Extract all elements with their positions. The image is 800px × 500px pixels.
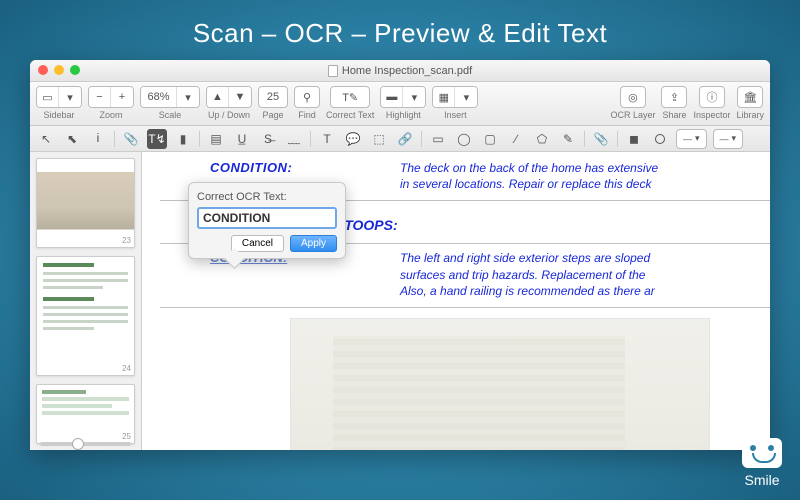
condition-text: The left and right side exterior steps a…	[400, 250, 770, 299]
redact-tool-icon[interactable]: ▮	[173, 129, 193, 149]
ocr-layer-button[interactable]: ◎	[620, 86, 646, 108]
zoom-in-button[interactable]: +	[111, 87, 133, 107]
ocr-text-input[interactable]	[197, 207, 337, 229]
content-area: 23 24 25 CONDITION: The deck on the back…	[30, 152, 770, 450]
inspector-label: Inspector	[693, 110, 730, 120]
scale-label: Scale	[159, 110, 182, 120]
insert-label: Insert	[444, 110, 467, 120]
correct-ocr-popover: Correct OCR Text: Cancel Apply	[188, 182, 346, 259]
sidebar-dropdown-icon[interactable]: ▾	[59, 87, 81, 107]
oval-tool-icon[interactable]: ◯	[454, 129, 474, 149]
find-label: Find	[298, 110, 316, 120]
main-toolbar: ▭ ▾ Sidebar − + Zoom 68% ▾ Scale ▲ ▼ Up …	[30, 82, 770, 126]
polygon-tool-icon[interactable]: ⬠	[532, 129, 552, 149]
minimize-window-icon[interactable]	[54, 65, 64, 75]
page-number: 24	[122, 364, 131, 373]
text-select-tool-icon[interactable]: Ꭵ	[88, 129, 108, 149]
page-up-icon[interactable]: ▲	[207, 87, 229, 107]
line-style-select[interactable]: —▾	[676, 129, 707, 149]
sidebar-toggle[interactable]: ▭ ▾	[36, 86, 82, 108]
scale-dropdown-icon[interactable]: ▾	[177, 87, 199, 107]
insert-dropdown-icon[interactable]: ▾	[455, 87, 477, 107]
highlight-button[interactable]: ▬▾	[380, 86, 426, 108]
line-tool-icon[interactable]: ∕	[506, 129, 526, 149]
page-field[interactable]: 25	[258, 86, 288, 108]
round-rect-tool-icon[interactable]: ▢	[480, 129, 500, 149]
window-titlebar: Home Inspection_scan.pdf	[30, 60, 770, 82]
scanned-image	[290, 318, 710, 450]
squiggle-tool-icon[interactable]: ﹏	[284, 129, 304, 149]
freehand-tool-icon[interactable]: ✎	[558, 129, 578, 149]
zoom-control[interactable]: − +	[88, 86, 134, 108]
insert-button[interactable]: ▦▾	[432, 86, 478, 108]
app-window: Home Inspection_scan.pdf ▭ ▾ Sidebar − +…	[30, 60, 770, 450]
cancel-button[interactable]: Cancel	[231, 235, 284, 252]
underline-tool-icon[interactable]: U̲	[232, 129, 252, 149]
note-tool-icon[interactable]: 💬	[343, 129, 363, 149]
find-button[interactable]: ⚲	[294, 86, 320, 108]
text-tool-icon[interactable]: T	[317, 129, 337, 149]
close-window-icon[interactable]	[38, 65, 48, 75]
share-label: Share	[662, 110, 686, 120]
smile-icon	[742, 438, 782, 468]
url-tool-icon[interactable]: 🔗	[395, 129, 415, 149]
page-thumbnail[interactable]: 24	[36, 256, 135, 376]
document-icon	[328, 65, 338, 77]
popover-label: Correct OCR Text:	[197, 191, 337, 203]
page-label: Page	[262, 110, 283, 120]
page-number: 25	[122, 432, 131, 441]
inspector-button[interactable]: ⓘ	[699, 86, 725, 108]
scale-value[interactable]: 68%	[141, 87, 177, 107]
slider-knob[interactable]	[72, 438, 84, 450]
rect-tool-icon[interactable]: ▭	[428, 129, 448, 149]
insert-icon[interactable]: ▦	[433, 87, 455, 107]
library-button[interactable]: 🏛	[737, 86, 763, 108]
correct-text-button[interactable]: T✎	[330, 86, 370, 108]
arrow-tool-icon[interactable]: ⬉	[62, 129, 82, 149]
select-tool-icon[interactable]: ↖	[36, 129, 56, 149]
traffic-lights[interactable]	[38, 65, 80, 75]
brand-name: Smile	[742, 472, 782, 488]
line-end-select[interactable]: —▾	[713, 129, 744, 149]
strikeout-tool-icon[interactable]: S̶	[258, 129, 278, 149]
thumbnail-size-slider[interactable]	[40, 442, 131, 446]
apply-button[interactable]: Apply	[290, 235, 337, 252]
highlight-dropdown-icon[interactable]: ▾	[403, 87, 425, 107]
annotation-toolbar: ↖ ⬉ Ꭵ 📎 T↯ ▮ ▤ U̲ S̶ ﹏ T 💬 ⬚ 🔗 ▭ ◯ ▢ ∕ ⬠…	[30, 126, 770, 152]
page-nav[interactable]: ▲ ▼	[206, 86, 252, 108]
correct-text-tool-icon[interactable]: T↯	[147, 129, 167, 149]
page-thumbnail[interactable]: 23	[36, 158, 135, 248]
zoom-label: Zoom	[99, 110, 122, 120]
attach-tool-icon[interactable]: 📎	[121, 129, 141, 149]
brand-logo: Smile	[742, 438, 782, 488]
section-heading: TAIRS/STOOPS:	[290, 217, 770, 233]
share-button[interactable]: ⇪	[661, 86, 687, 108]
page-number: 23	[122, 236, 131, 245]
thumbnail-sidebar[interactable]: 23 24 25	[30, 152, 142, 450]
highlight-label: Highlight	[386, 110, 421, 120]
highlight-tool-icon[interactable]: ▤	[206, 129, 226, 149]
highlight-icon[interactable]: ▬	[381, 87, 403, 107]
callout-tool-icon[interactable]: ⬚	[369, 129, 389, 149]
condition-text: The deck on the back of the home has ext…	[400, 160, 770, 192]
promo-title: Scan – OCR – Preview & Edit Text	[0, 0, 800, 63]
stroke-color-icon[interactable]: ◼	[624, 129, 644, 149]
updown-label: Up / Down	[208, 110, 250, 120]
fill-color-icon[interactable]	[650, 129, 670, 149]
zoom-out-button[interactable]: −	[89, 87, 111, 107]
ocr-layer-label: OCR Layer	[610, 110, 655, 120]
window-title: Home Inspection_scan.pdf	[342, 65, 472, 77]
zoom-window-icon[interactable]	[70, 65, 80, 75]
sidebar-mode-icon[interactable]: ▭	[37, 87, 59, 107]
sidebar-label: Sidebar	[43, 110, 74, 120]
page-down-icon[interactable]: ▼	[229, 87, 251, 107]
library-label: Library	[736, 110, 764, 120]
correct-text-label: Correct Text	[326, 110, 374, 120]
scale-control[interactable]: 68% ▾	[140, 86, 200, 108]
clip-tool-icon[interactable]: 📎	[591, 129, 611, 149]
page-thumbnail[interactable]: 25	[36, 384, 135, 444]
